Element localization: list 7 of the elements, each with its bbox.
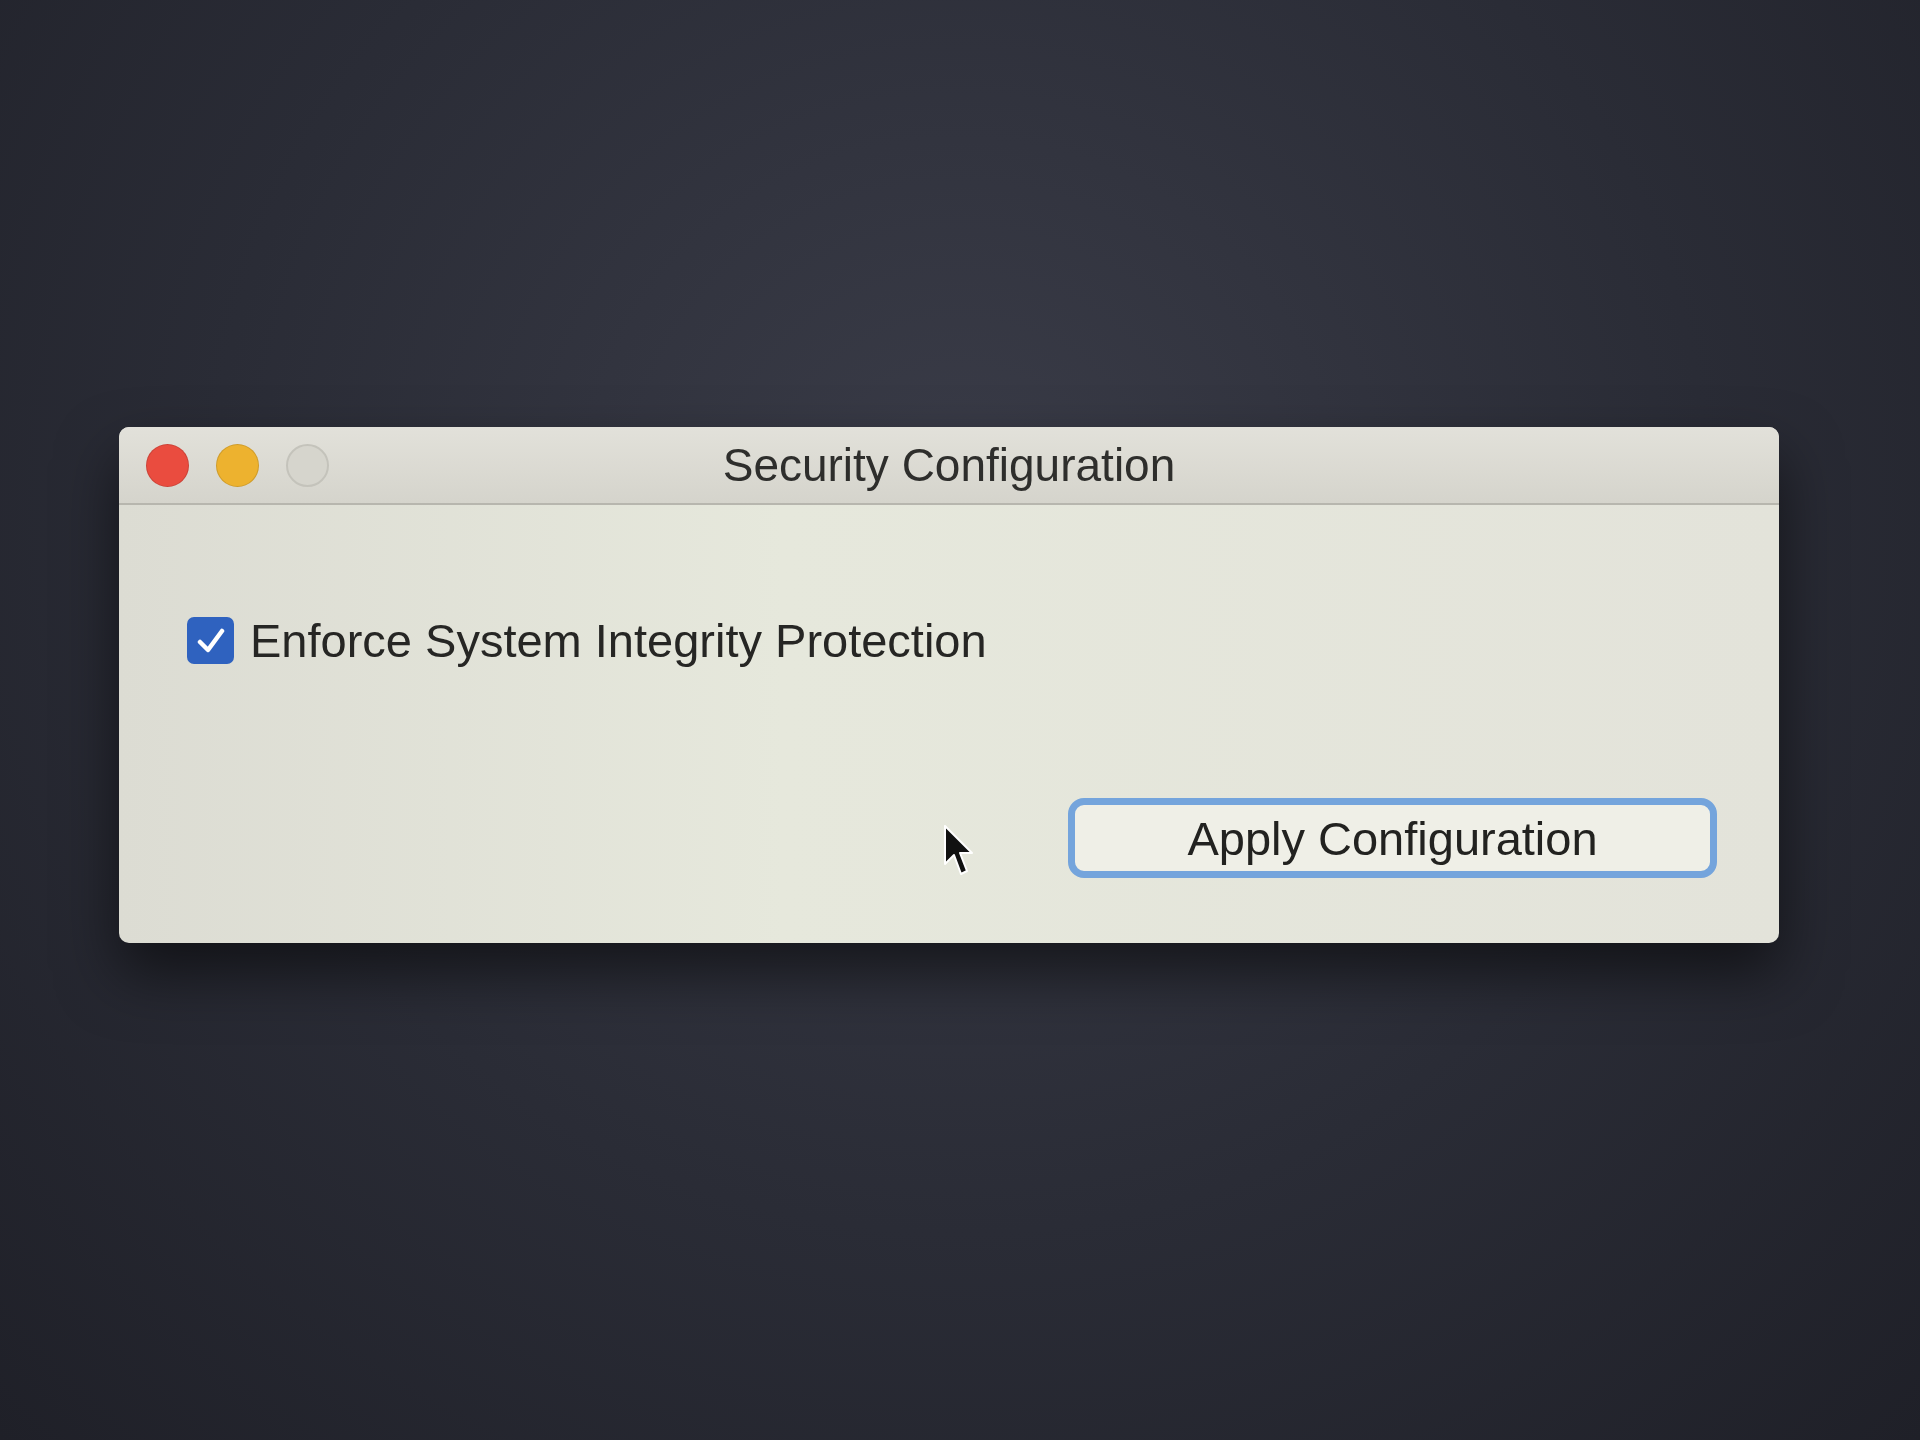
window-title: Security Configuration (722, 438, 1176, 492)
apply-button[interactable]: Apply Configuration (1068, 798, 1717, 878)
close-button[interactable] (146, 443, 189, 487)
checkbox-label: Enforce System Integrity Protection (250, 613, 987, 668)
checkbox[interactable] (187, 617, 234, 664)
minimize-button[interactable] (216, 443, 259, 487)
checkmark-icon (196, 627, 225, 654)
